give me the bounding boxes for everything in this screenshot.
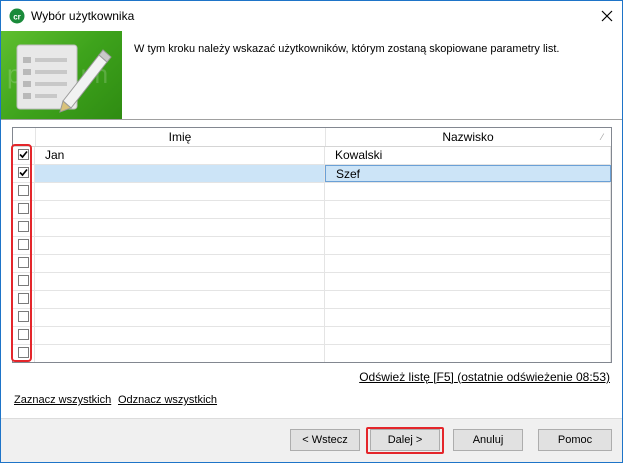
cancel-button[interactable]: Anuluj: [453, 429, 523, 451]
table-row[interactable]: [13, 291, 611, 309]
document-edit-icon: [16, 44, 112, 113]
cell-imie[interactable]: [35, 183, 325, 200]
cell-nazwisko[interactable]: [325, 273, 611, 290]
cell-nazwisko[interactable]: [325, 291, 611, 308]
table-row[interactable]: [13, 327, 611, 345]
checkbox-column-annotation: [11, 144, 32, 362]
table-row[interactable]: [13, 309, 611, 327]
cell-nazwisko[interactable]: [325, 255, 611, 272]
instruction-text: W tym kroku należy wskazać użytkowników,…: [134, 43, 560, 55]
table-row[interactable]: [13, 255, 611, 273]
header-divider: [1, 119, 622, 120]
table-row[interactable]: [13, 273, 611, 291]
table-row[interactable]: [13, 345, 611, 362]
wizard-header: premium W tym kroku należy wskazać użytk…: [1, 31, 622, 119]
dialog-window: cr Wybór użytkownika premium: [0, 0, 623, 463]
table-row[interactable]: [13, 237, 611, 255]
cell-nazwisko[interactable]: [325, 237, 611, 254]
cell-imie[interactable]: [35, 309, 325, 326]
table-row[interactable]: [13, 219, 611, 237]
help-button[interactable]: Pomoc: [538, 429, 612, 451]
close-icon: [601, 10, 613, 22]
table-row[interactable]: Szef: [13, 165, 611, 183]
cell-imie[interactable]: [35, 273, 325, 290]
cell-nazwisko[interactable]: [325, 345, 611, 362]
wizard-banner: premium: [1, 31, 122, 119]
cell-imie[interactable]: [35, 201, 325, 218]
cell-imie[interactable]: [35, 345, 325, 362]
table-row[interactable]: [13, 183, 611, 201]
cell-nazwisko[interactable]: [325, 201, 611, 218]
refresh-link[interactable]: Odśwież listę [F5] (ostatnie odświeżenie…: [359, 370, 610, 384]
users-grid[interactable]: Imię Nazwisko ⁄ Jan Kowalski Szef: [12, 127, 612, 363]
cell-nazwisko[interactable]: [325, 327, 611, 344]
footer-bar: < Wstecz Dalej > Anuluj Pomoc: [1, 419, 622, 462]
app-logo-icon: cr: [9, 8, 25, 24]
last-refresh-text: (ostatnie odświeżenie 08:53): [457, 370, 610, 384]
select-all-link[interactable]: Zaznacz wszystkich: [14, 394, 111, 406]
cell-imie[interactable]: [35, 219, 325, 236]
column-header-nazwisko[interactable]: Nazwisko ⁄: [325, 128, 611, 146]
window-title: Wybór użytkownika: [31, 9, 135, 23]
back-button[interactable]: < Wstecz: [290, 429, 360, 451]
cell-nazwisko[interactable]: [325, 309, 611, 326]
refresh-link-label: Odśwież listę [F5]: [359, 370, 454, 384]
cell-nazwisko[interactable]: Kowalski: [325, 147, 611, 164]
column-header-nazwisko-label: Nazwisko: [442, 130, 494, 144]
column-header-imie[interactable]: Imię: [35, 128, 326, 146]
next-button-annotation: [366, 427, 444, 454]
cell-imie[interactable]: Jan: [35, 147, 325, 164]
table-row[interactable]: Jan Kowalski: [13, 147, 611, 165]
deselect-all-link[interactable]: Odznacz wszystkich: [118, 394, 217, 406]
cell-nazwisko[interactable]: Szef: [325, 165, 611, 182]
title-bar[interactable]: cr Wybór użytkownika: [1, 1, 622, 31]
cell-imie[interactable]: [35, 237, 325, 254]
cell-imie[interactable]: [35, 327, 325, 344]
cell-nazwisko[interactable]: [325, 219, 611, 236]
cell-imie[interactable]: [35, 291, 325, 308]
cell-imie[interactable]: [35, 255, 325, 272]
cell-imie[interactable]: [35, 165, 325, 182]
table-row[interactable]: [13, 201, 611, 219]
close-button[interactable]: [592, 1, 622, 31]
column-resize-icon: ⁄: [601, 132, 603, 142]
grid-header: Imię Nazwisko ⁄: [13, 128, 611, 147]
cell-nazwisko[interactable]: [325, 183, 611, 200]
svg-text:cr: cr: [13, 13, 21, 22]
